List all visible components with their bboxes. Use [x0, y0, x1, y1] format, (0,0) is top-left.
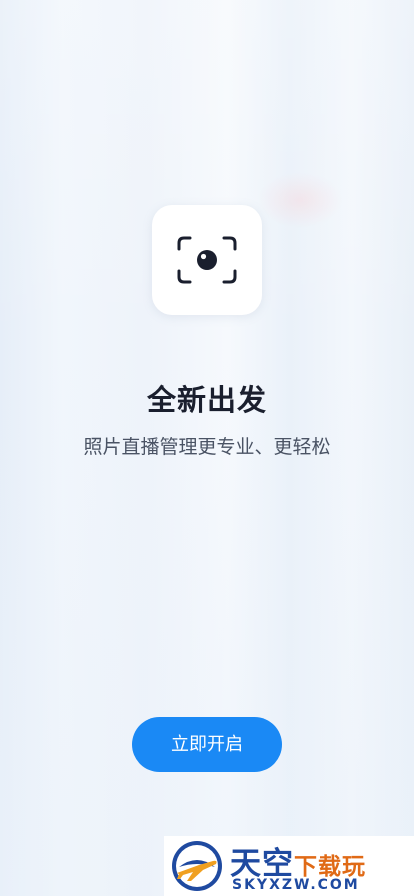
start-now-button[interactable]: 立即开启 [132, 717, 282, 772]
app-icon-card [152, 205, 262, 315]
page-title: 全新出发 [146, 383, 267, 417]
camera-focus-icon [177, 236, 237, 284]
watermark: 天空下载玩 SKYXZW.COM [164, 836, 414, 896]
watermark-url: SKYXZW.COM [232, 877, 360, 893]
page-subtitle: 照片直播管理更专业、更轻松 [83, 436, 331, 458]
airplane-globe-logo [172, 841, 222, 891]
